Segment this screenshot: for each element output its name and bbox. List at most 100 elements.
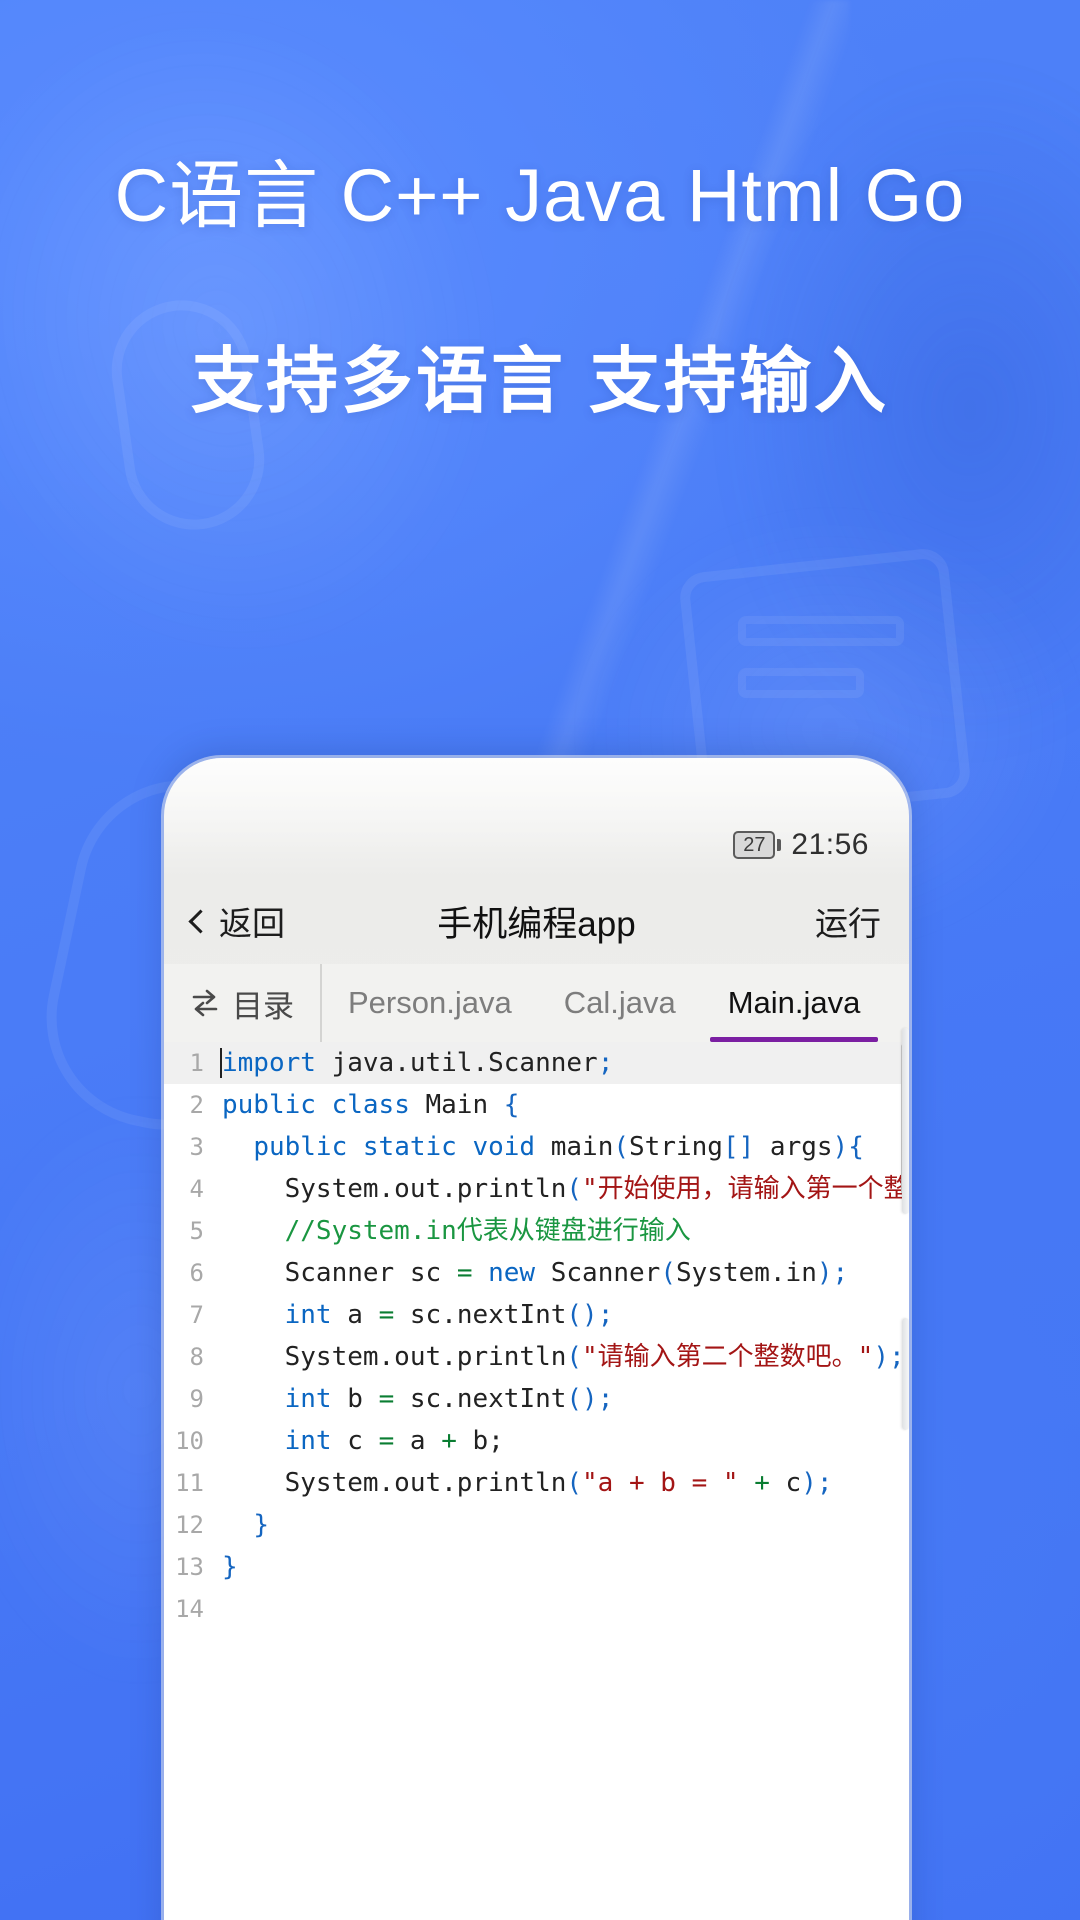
code-line[interactable]: 2 public class Main { xyxy=(164,1084,909,1126)
code-token: ( xyxy=(566,1174,583,1204)
code-token: Scanner xyxy=(550,1258,661,1288)
code-token: b xyxy=(331,1384,379,1414)
catalog-label: 目录 xyxy=(232,988,294,1024)
code-line[interactable]: 6 Scanner sc = new Scanner(System.in); xyxy=(164,1252,909,1294)
code-line-text: int b = sc.nextInt(); xyxy=(216,1378,614,1420)
file-tab-list: Person.java Cal.java Main.java xyxy=(322,964,909,1042)
code-line[interactable]: 1 import java.util.Scanner; xyxy=(164,1042,909,1084)
app-nav-bar: 返回 手机编程app 运行 xyxy=(164,878,909,964)
line-number: 11 xyxy=(175,1469,204,1497)
code-token: int xyxy=(284,1384,332,1414)
line-number: 1 xyxy=(189,1049,204,1077)
code-token: System.out.println xyxy=(222,1174,567,1204)
run-button-label: 运行 xyxy=(815,905,881,942)
code-token: public xyxy=(253,1132,363,1162)
file-tab-label: Person.java xyxy=(348,985,512,1020)
code-token: ); xyxy=(873,1342,905,1372)
code-line-text: public static void main(String[] args){ xyxy=(216,1126,864,1168)
power-button[interactable] xyxy=(902,1028,909,1214)
run-button[interactable]: 运行 xyxy=(701,897,881,945)
code-line[interactable]: 10 int c = a + b; xyxy=(164,1420,909,1462)
code-line-list: 1 import java.util.Scanner; 2 public class … xyxy=(164,1042,909,1630)
code-line[interactable]: 4 System.out.println("开始使用，请输入第一个整数吧。"); xyxy=(164,1168,909,1210)
code-token: = xyxy=(378,1384,395,1414)
code-line-text: //System.in代表从键盘进行输入 xyxy=(216,1210,691,1252)
catalog-button[interactable]: 目录 xyxy=(164,964,322,1042)
code-token: = xyxy=(378,1300,395,1330)
code-token: void xyxy=(472,1132,551,1162)
battery-cap xyxy=(777,839,782,851)
line-number: 3 xyxy=(189,1133,204,1161)
chevron-left-icon xyxy=(188,908,213,934)
code-token: System.out.println xyxy=(222,1468,567,1498)
code-line[interactable]: 11 System.out.println("a + b = " + c); xyxy=(164,1462,909,1504)
status-bar: 27 21:56 xyxy=(164,818,909,872)
code-line[interactable]: 14 xyxy=(164,1588,909,1630)
code-token: a xyxy=(331,1300,379,1330)
line-number: 12 xyxy=(175,1511,204,1539)
code-token: ; xyxy=(597,1048,614,1078)
promo-headline-primary: C语言 C++ Java Html Go xyxy=(114,154,966,237)
code-token: (); xyxy=(566,1300,614,1330)
code-line[interactable]: 9 int b = sc.nextInt(); xyxy=(164,1378,909,1420)
code-line[interactable]: 12 } xyxy=(164,1504,909,1546)
file-tab-cal-java[interactable]: Cal.java xyxy=(538,964,702,1042)
back-button[interactable]: 返回 xyxy=(188,897,372,945)
code-token: a xyxy=(394,1426,442,1456)
code-token: String xyxy=(629,1132,723,1162)
code-line[interactable]: 5 //System.in代表从键盘进行输入 xyxy=(164,1210,909,1252)
line-number: 9 xyxy=(189,1385,204,1413)
code-line-text: } xyxy=(216,1546,238,1588)
code-line[interactable]: 3 public static void main(String[] args)… xyxy=(164,1126,909,1168)
promo-headline-secondary: 支持多语言 支持输入 xyxy=(190,342,889,422)
code-token: System.out.println xyxy=(222,1342,567,1372)
code-token: (); xyxy=(566,1384,614,1414)
code-line[interactable]: 7 int a = sc.nextInt(); xyxy=(164,1294,909,1336)
code-token: ( xyxy=(566,1468,583,1498)
promo-screenshot: C语言 C++ Java Html Go 支持多语言 支持输入 27 21:56… xyxy=(0,0,1080,1920)
swap-icon xyxy=(188,988,222,1018)
phone-mockup: 27 21:56 返回 手机编程app 运行 目录 Person.java Ca… xyxy=(164,758,909,1920)
code-token: + xyxy=(754,1468,770,1498)
line-number: 10 xyxy=(175,1427,204,1455)
code-token: "开始使用，请输入第一个整数吧。" xyxy=(582,1174,909,1204)
code-token: ( xyxy=(566,1342,583,1372)
code-token: } xyxy=(222,1552,238,1582)
code-line[interactable]: 8 System.out.println("请输入第二个整数吧。"); xyxy=(164,1336,909,1378)
code-line[interactable]: 13} xyxy=(164,1546,909,1588)
code-line-text: } xyxy=(216,1504,269,1546)
ghost-line-1 xyxy=(738,616,904,646)
line-number: 6 xyxy=(189,1259,204,1287)
code-token: "a + b = " xyxy=(582,1468,739,1498)
file-tab-label: Main.java xyxy=(727,985,861,1020)
file-tab-main-java[interactable]: Main.java xyxy=(702,964,887,1042)
volume-button[interactable] xyxy=(902,1318,909,1430)
line-number: 5 xyxy=(189,1217,204,1245)
code-editor[interactable]: 1 import java.util.Scanner; 2 public class … xyxy=(164,1042,909,1920)
code-token: = xyxy=(456,1258,473,1288)
code-token: = xyxy=(378,1426,395,1456)
code-token: main xyxy=(550,1132,614,1162)
code-token: import xyxy=(222,1048,332,1078)
code-token: int xyxy=(284,1300,332,1330)
ghost-line-2 xyxy=(738,668,864,698)
file-tab-person-java[interactable]: Person.java xyxy=(322,964,538,1042)
line-number: 8 xyxy=(189,1343,204,1371)
code-token: new xyxy=(488,1258,551,1288)
line-number: 2 xyxy=(189,1091,204,1119)
code-token: sc.nextInt xyxy=(394,1300,567,1330)
file-tab-label: Cal.java xyxy=(563,985,676,1020)
line-number: 14 xyxy=(175,1595,204,1623)
code-token: b; xyxy=(456,1426,504,1456)
battery-level-text: 27 xyxy=(733,831,776,859)
code-token: ){ xyxy=(832,1132,864,1162)
code-token: ); xyxy=(816,1258,849,1288)
code-token: c xyxy=(331,1426,379,1456)
code-token: c xyxy=(769,1468,802,1498)
code-token: + xyxy=(441,1426,457,1456)
